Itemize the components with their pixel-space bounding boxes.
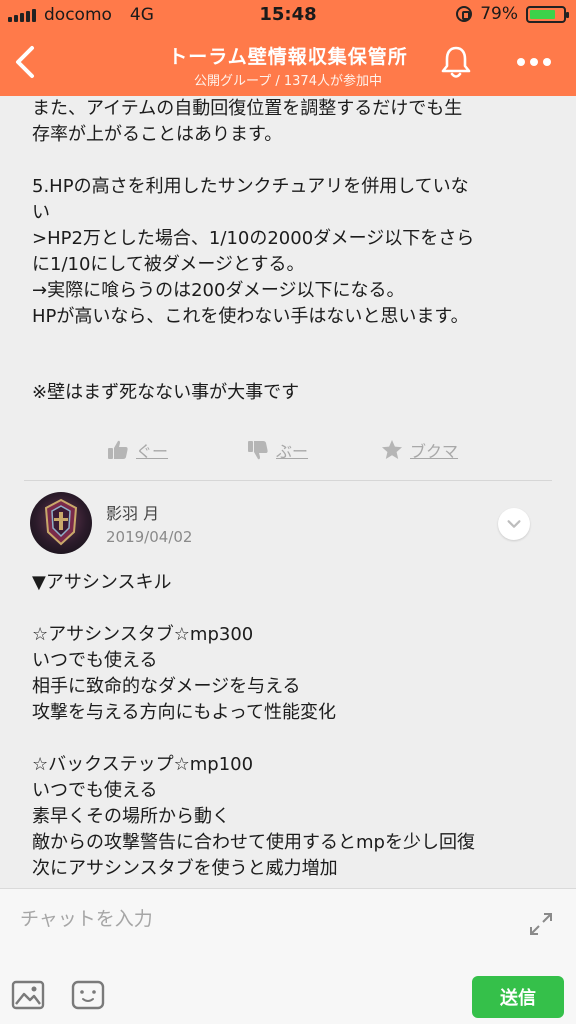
post-line: ☆バックステップ☆mp100 [32,754,254,775]
battery-percent: 79% [480,4,518,24]
battery-fill [530,9,556,19]
expand-input-button[interactable] [526,909,556,939]
post-line: 相手に致命的なダメージを与える [32,676,301,697]
post-line: 素早くその場所から動く [32,806,230,827]
sticker-button[interactable] [70,979,106,1011]
post-line: 5.HPの高さを利用したサンクチュアリを併用していな [32,176,469,197]
good-label: ぐー [136,442,169,461]
bell-icon [441,46,471,78]
author-name[interactable]: 影羽 月 [106,500,159,524]
avatar[interactable] [30,492,92,554]
send-button[interactable]: 送信 [472,976,564,1018]
post-line: ▼アサシンスキル [32,572,172,593]
battery-icon [526,5,569,23]
bookmark-button[interactable]: ブクマ [380,438,458,462]
post-line: HPが高いなら、これを使わない手はないと思います。 [32,306,469,327]
emblem-icon [44,498,78,546]
chevron-down-icon [507,520,521,528]
group-header: トーラム壁情報収集保管所 公開グループ / 1374人が参加中 [0,30,576,96]
post-line: 存率が上がることはあります。 [32,124,283,145]
star-icon [382,440,402,459]
post-menu-button[interactable] [498,508,530,540]
post-divider [24,480,552,481]
smiley-face-icon [71,980,105,1010]
image-icon [11,980,45,1010]
group-title: トーラム壁情報収集保管所 [168,46,408,68]
post-line: いつでも使える [32,650,158,671]
status-bar: docomo 4G 15:48 79% [0,0,576,30]
post-line: ※壁はまず死なない事が大事です [32,382,300,403]
group-subtitle: 公開グループ / 1374人が参加中 [194,74,382,89]
reaction-bar: ぐー ぶー ブクマ [0,432,576,472]
notification-button[interactable] [436,42,476,82]
more-dots-icon [517,58,551,66]
post-line: >HP2万とした場合、1/10の2000ダメージ以下をさら [32,228,475,249]
post-line: 攻撃を与える方向にもよって性能変化 [32,702,337,723]
post-line: い [32,202,50,223]
more-button[interactable] [510,42,558,82]
expand-arrows-icon [530,913,552,935]
post-line: に1/10にして被ダメージとする。 [32,254,305,275]
thumbs-up-icon [108,440,128,459]
rotation-lock-icon [456,6,473,22]
post-date: 2019/04/02 [106,528,193,546]
post-line: いつでも使える [32,780,158,801]
post-line: 敵からの攻撃警告に合わせて使用するとmpを少し回復 [32,832,475,853]
thread-content[interactable]: また、アイテムの自動回復位置を調整するだけでも生 存率が上がることはあります。 … [0,96,576,888]
boo-label: ぶー [276,442,309,461]
thumbs-down-icon [248,441,268,460]
post-line: ☆アサシンスタブ☆mp300 [32,624,254,645]
post-line: 次にアサシンスタブを使うと威力増加 [32,858,338,879]
chat-composer: 送信 [0,888,576,1024]
image-button[interactable] [10,979,46,1011]
post-line: →実際に喰らうのは200ダメージ以下になる。 [32,280,405,301]
chat-input[interactable] [20,903,500,935]
post-line: また、アイテムの自動回復位置を調整するだけでも生 [32,98,463,119]
boo-button[interactable]: ぶー [246,438,308,462]
bookmark-label: ブクマ [410,442,459,461]
good-button[interactable]: ぐー [106,438,168,462]
status-right: 79% [456,4,569,24]
